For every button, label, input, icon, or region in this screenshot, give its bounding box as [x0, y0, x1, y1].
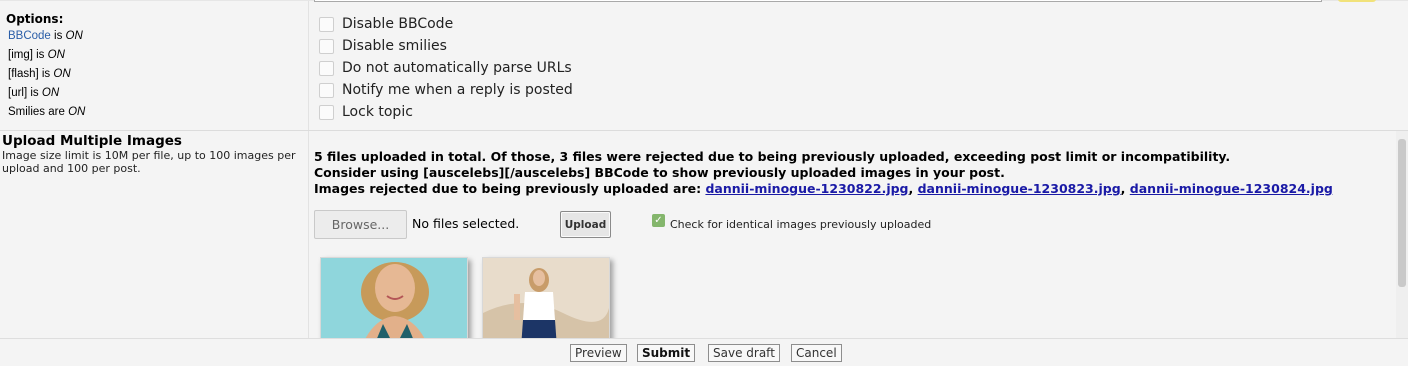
- options-title: Options:: [6, 12, 64, 26]
- upload-button[interactable]: Upload: [560, 211, 611, 238]
- rejected-images-message: Images rejected due to being previously …: [314, 181, 1333, 196]
- uploaded-image-thumbnail[interactable]: [482, 257, 610, 339]
- browse-button[interactable]: Browse...: [314, 210, 407, 239]
- notify-reply-checkbox[interactable]: [319, 82, 334, 98]
- smilies-status: Smilies are ON: [8, 106, 86, 118]
- uploaded-image-thumbnail[interactable]: [320, 257, 468, 339]
- upload-title: Upload Multiple Images: [2, 133, 182, 149]
- scrollbar-thumb[interactable]: [1398, 139, 1406, 287]
- notify-reply-option[interactable]: Notify me when a reply is posted: [319, 80, 573, 100]
- upload-info-cell: Upload Multiple Images Image size limit …: [0, 131, 309, 339]
- bbcode-hint-message: Consider using [auscelebs][/auscelebs] B…: [314, 165, 1005, 180]
- img-status: [img] is ON: [8, 49, 65, 61]
- upload-summary-message: 5 files uploaded in total. Of those, 3 f…: [314, 149, 1231, 164]
- bbcode-status: BBCode is ON: [8, 30, 83, 42]
- file-selection-status: No files selected.: [412, 216, 520, 231]
- disable-smilies-option[interactable]: Disable smilies: [319, 36, 447, 56]
- message-textarea-edge[interactable]: [314, 0, 1322, 2]
- options-info-cell: Options: BBCode is ON [img] is ON [flash…: [0, 1, 309, 131]
- cancel-button[interactable]: Cancel: [791, 344, 842, 362]
- disable-bbcode-option[interactable]: Disable BBCode: [319, 14, 453, 34]
- flash-status: [flash] is ON: [8, 68, 71, 80]
- preview-button[interactable]: Preview: [570, 344, 627, 362]
- disable-bbcode-checkbox[interactable]: [319, 16, 334, 32]
- bbcode-link[interactable]: BBCode: [8, 30, 51, 42]
- identical-check-label: Check for identical images previously up…: [670, 218, 932, 231]
- rejected-image-link[interactable]: dannii-minogue-1230822.jpg: [705, 181, 908, 196]
- highlight-marker: [1338, 0, 1376, 2]
- lock-topic-option[interactable]: Lock topic: [319, 102, 413, 122]
- rejected-image-link[interactable]: dannii-minogue-1230824.jpg: [1130, 181, 1333, 196]
- save-draft-button[interactable]: Save draft: [708, 344, 780, 362]
- rejected-image-link[interactable]: dannii-minogue-1230823.jpg: [918, 181, 1121, 196]
- parse-urls-option[interactable]: Do not automatically parse URLs: [319, 58, 572, 78]
- url-status: [url] is ON: [8, 87, 60, 99]
- identical-check-checkbox[interactable]: ✓: [652, 214, 665, 227]
- upload-description: Image size limit is 10M per file, up to …: [2, 149, 296, 175]
- parse-urls-checkbox[interactable]: [319, 60, 334, 76]
- upload-row: Upload Multiple Images Image size limit …: [0, 130, 1408, 339]
- options-row: Options: BBCode is ON [img] is ON [flash…: [0, 0, 1408, 131]
- lock-topic-checkbox[interactable]: [319, 104, 334, 120]
- disable-smilies-checkbox[interactable]: [319, 38, 334, 54]
- submit-bar: Preview Submit Save draft Cancel: [0, 338, 1408, 366]
- submit-button[interactable]: Submit: [637, 344, 696, 362]
